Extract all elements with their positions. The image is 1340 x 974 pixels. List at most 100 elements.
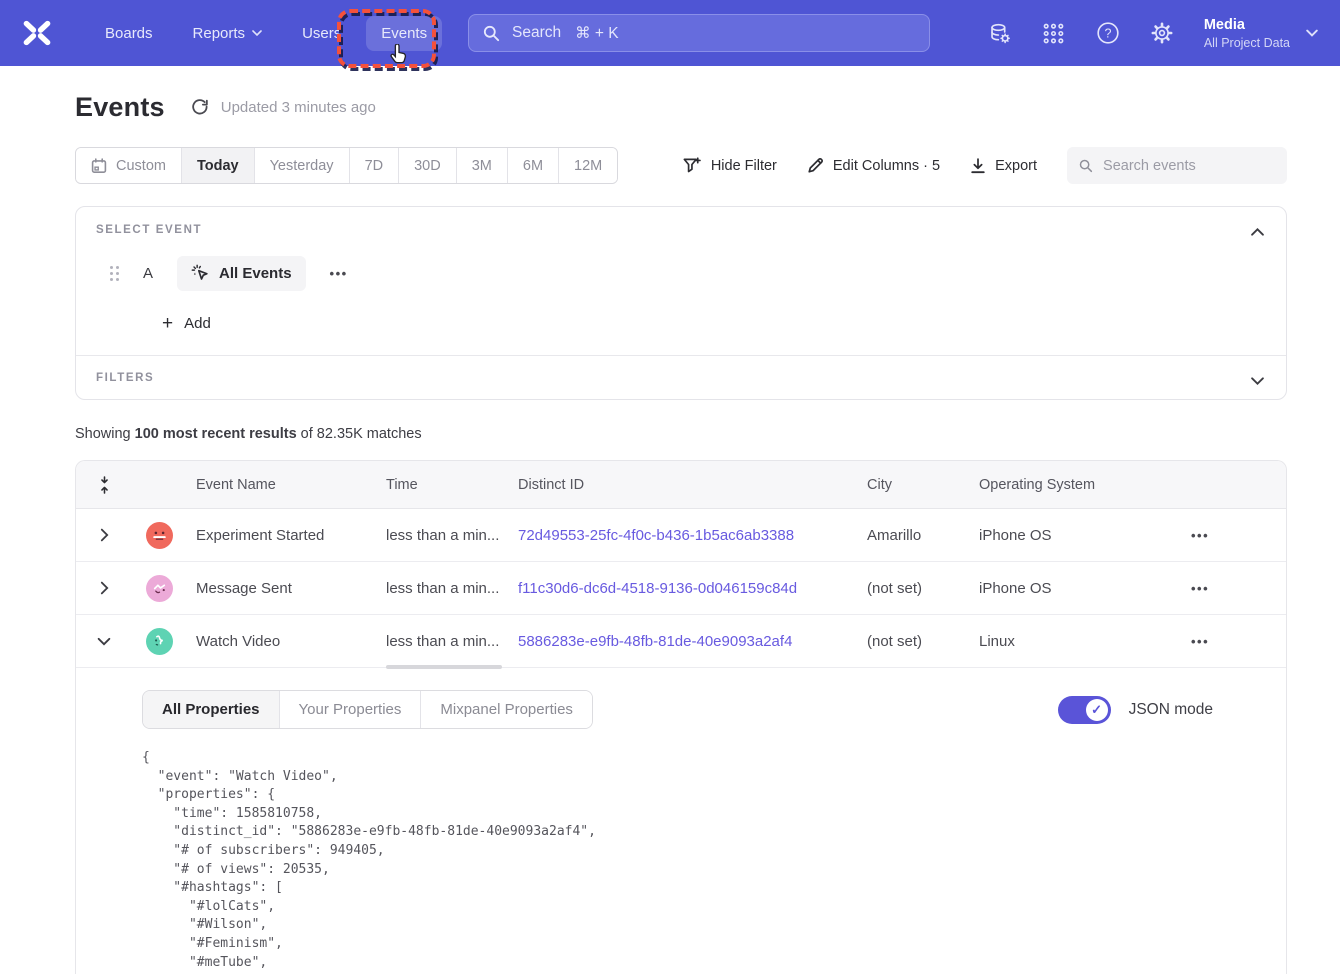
date-range-label: 7D [365,158,384,174]
date-range-selector: Custom Today Yesterday 7D 30D 3M 6M 12M [75,147,618,184]
date-range-6m[interactable]: 6M [508,148,559,183]
search-placeholder-text: Search [512,24,561,42]
navbar-right-controls: ? Media All Project Data [988,16,1318,51]
select-event-section: SELECT EVENT A [76,207,1286,355]
nav-item-reports[interactable]: Reports [178,16,278,51]
search-events-field[interactable] [1067,147,1287,184]
cell-os: iPhone OS [979,580,1161,597]
drag-handle[interactable] [110,266,119,281]
export-label: Export [995,158,1037,174]
tab-your-properties[interactable]: Your Properties [280,691,422,728]
project-name: Media [1204,16,1290,35]
date-range-label: 3M [472,158,492,174]
table-row[interactable]: Message Sent less than a min... f11c30d6… [76,562,1286,615]
date-range-3m[interactable]: 3M [457,148,508,183]
nav-item-label: Events [381,25,427,42]
date-range-7d[interactable]: 7D [350,148,400,183]
export-button[interactable]: Export [970,158,1037,174]
chevron-down-icon [252,30,262,36]
table-row-expanded[interactable]: Watch Video less than a min... 5886283e-… [76,615,1286,668]
date-range-custom[interactable]: Custom [76,148,182,183]
date-range-12m[interactable]: 12M [559,148,617,183]
date-range-yesterday[interactable]: Yesterday [255,148,350,183]
cell-time: less than a min... [386,633,518,650]
nav-item-events[interactable]: Events [366,16,442,51]
global-search-bar[interactable]: Search ⌘ + K [468,14,930,52]
add-event-button[interactable]: + Add [162,315,1266,332]
tab-mixpanel-properties[interactable]: Mixpanel Properties [421,691,592,728]
results-count: 100 most recent results [135,426,297,442]
expand-row-button[interactable] [76,581,132,595]
table-row[interactable]: Experiment Started less than a min... 72… [76,509,1286,562]
page-header: Events Updated 3 minutes ago [75,92,1287,123]
column-header-time[interactable]: Time [386,477,518,493]
help-icon[interactable]: ? [1096,21,1120,45]
select-event-heading: SELECT EVENT [96,224,1266,236]
event-more-options-button[interactable]: ••• [330,266,348,281]
column-header-os[interactable]: Operating System [979,477,1161,493]
chevron-down-icon [1306,29,1318,37]
json-mode-toggle[interactable]: ✓ [1058,696,1111,724]
date-range-label: 30D [414,158,441,174]
project-switcher[interactable]: Media All Project Data [1204,16,1318,51]
horizontal-scrollbar-thumb[interactable] [386,665,502,669]
edit-columns-button[interactable]: Edit Columns · 5 [807,157,940,174]
page-title: Events [75,92,165,123]
primary-nav: Boards Reports Users Events [90,16,442,51]
cell-time: less than a min... [386,527,518,544]
event-avatar [146,628,173,655]
cell-city: Amarillo [867,527,979,544]
cell-distinct-id-link[interactable]: 72d49553-25fc-4f0c-b436-1b5ac6ab3388 [518,527,867,544]
search-events-input[interactable] [1103,158,1275,174]
project-scope: All Project Data [1204,35,1290,51]
event-avatar [146,522,173,549]
chevron-down-icon [1251,377,1264,385]
toolbar: Custom Today Yesterday 7D 30D 3M 6M 12M … [75,147,1287,184]
row-more-options-button[interactable]: ••• [1191,528,1209,543]
event-json-viewer[interactable]: { "event": "Watch Video", "properties": … [142,749,1286,974]
apps-grid-icon[interactable] [1042,21,1066,45]
date-range-label: Yesterday [270,158,334,174]
collapse-all-rows-button[interactable] [76,476,132,494]
collapse-section-button[interactable] [1251,223,1264,241]
nav-item-label: Reports [193,25,246,42]
download-icon [970,158,986,174]
cell-city: (not set) [867,633,979,650]
filters-heading: FILTERS [96,372,1266,384]
nav-item-boards[interactable]: Boards [90,16,168,51]
events-table: Event Name Time Distinct ID City Operati… [75,460,1287,974]
search-shortcut-hint: ⌘ + K [575,24,619,43]
chevron-right-icon [100,581,109,595]
nav-item-users[interactable]: Users [287,16,356,51]
data-management-icon[interactable] [988,21,1012,45]
expand-filters-button[interactable] [1251,372,1264,390]
row-more-options-button[interactable]: ••• [1191,581,1209,596]
filters-section: FILTERS [76,356,1286,399]
mixpanel-logo-icon[interactable] [22,20,52,46]
date-range-today[interactable]: Today [182,148,255,183]
date-range-30d[interactable]: 30D [399,148,457,183]
row-more-options-button[interactable]: ••• [1191,634,1209,649]
expand-row-button[interactable] [76,528,132,542]
column-header-city[interactable]: City [867,477,979,493]
properties-tabs: All Properties Your Properties Mixpanel … [142,690,593,729]
toggle-knob: ✓ [1086,699,1108,721]
query-builder-card: SELECT EVENT A [75,206,1287,400]
event-selector-chip[interactable]: All Events [177,256,306,291]
tab-all-properties[interactable]: All Properties [143,691,280,728]
date-range-label: Custom [116,158,166,174]
check-icon: ✓ [1091,702,1102,718]
date-range-label: 12M [574,158,602,174]
toolbar-right: Hide Filter Edit Columns · 5 Export [683,147,1287,184]
collapse-row-button[interactable] [76,637,132,646]
settings-gear-icon[interactable] [1150,21,1174,45]
cell-distinct-id-link[interactable]: f11c30d6-dc6d-4518-9136-0d046159c84d [518,580,867,597]
hide-filter-button[interactable]: Hide Filter [683,157,777,174]
cell-distinct-id-link[interactable]: 5886283e-e9fb-48fb-81de-40e9093a2af4 [518,633,867,650]
svg-text:?: ? [1104,27,1111,41]
date-range-label: Today [197,158,239,174]
refresh-button[interactable] [191,99,209,117]
json-mode-control: ✓ JSON mode [1058,696,1213,724]
column-header-event-name[interactable]: Event Name [196,477,386,493]
column-header-distinct-id[interactable]: Distinct ID [518,477,867,493]
